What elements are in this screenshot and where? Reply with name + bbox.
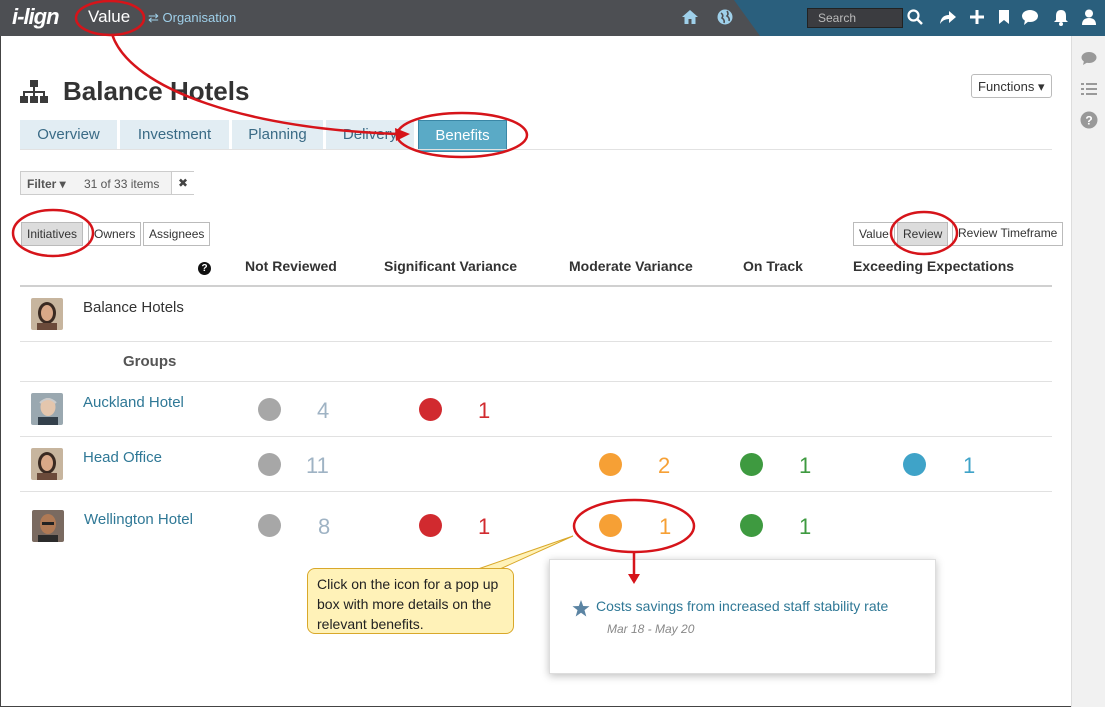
annotation-circle-benefits [395,111,529,159]
annotation-arrowhead [395,128,410,141]
annotation-circle-initiatives [11,208,95,258]
annotation-overlay [11,0,959,584]
annotation-circle-review [889,210,959,256]
annotation-circle-value [74,0,146,37]
annotation-circle-moderate [572,498,696,554]
callout-pointer [477,535,574,570]
annotation-down-arrowhead [628,574,640,584]
tutorial-callout: Click on the icon for a pop up box with … [307,568,514,634]
annotation-arrow-line [110,33,403,136]
